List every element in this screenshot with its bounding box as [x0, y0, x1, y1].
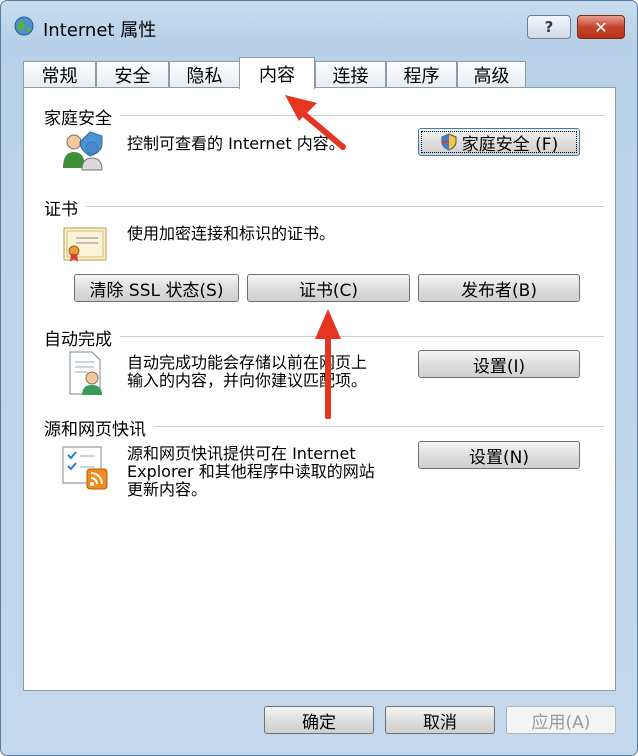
autocomplete-icon	[69, 351, 102, 395]
uac-shield-icon	[441, 133, 457, 151]
family-safety-button[interactable]: 家庭安全 (F)	[418, 128, 580, 156]
tab-general[interactable]: 常规	[23, 61, 96, 88]
tab-privacy[interactable]: 隐私	[169, 61, 240, 88]
certificate-icon	[63, 227, 107, 262]
autocomplete-settings-button[interactable]: 设置(I)	[418, 350, 580, 378]
certificates-button[interactable]: 证书(C)	[247, 274, 410, 302]
internet-options-window: Internet 属性 ? ✕ 常规 安全 隐私 内容 连接 程序 高级 家庭安…	[0, 0, 638, 756]
apply-button[interactable]: 应用(A)	[506, 706, 616, 734]
tab-security[interactable]: 安全	[96, 61, 169, 88]
autocomplete-heading: 自动完成	[44, 325, 120, 350]
family-safety-icon	[63, 131, 103, 171]
feeds-heading: 源和网页快讯	[44, 415, 154, 440]
annotation-arrow-to-content-tab	[285, 95, 346, 150]
internet-globe-icon	[14, 16, 34, 36]
feeds-settings-button[interactable]: 设置(N)	[418, 441, 580, 469]
tab-connections[interactable]: 连接	[315, 61, 386, 88]
title-bar[interactable]: Internet 属性 ? ✕	[1, 1, 637, 53]
feeds-description-line2: Explorer 和其他程序中读取的网站	[127, 462, 375, 481]
window-title: Internet 属性	[43, 20, 157, 41]
close-button[interactable]: ✕	[577, 15, 625, 39]
feeds-description-line1: 源和网页快讯提供可在 Internet	[127, 444, 356, 463]
tab-content[interactable]: 内容	[239, 57, 315, 89]
divider	[44, 206, 604, 207]
tab-programs[interactable]: 程序	[386, 61, 457, 88]
annotation-arrow-to-certificates-button	[315, 309, 341, 419]
clear-ssl-state-button[interactable]: 清除 SSL 状态(S)	[74, 274, 239, 302]
help-button[interactable]: ?	[527, 15, 571, 39]
family-safety-button-label: 家庭安全 (F)	[461, 134, 559, 155]
certificates-heading: 证书	[44, 195, 86, 220]
tab-advanced[interactable]: 高级	[457, 61, 526, 88]
certificates-description: 使用加密连接和标识的证书。	[127, 224, 336, 243]
ok-button[interactable]: 确定	[264, 706, 374, 734]
family-safety-heading: 家庭安全	[44, 104, 120, 129]
publishers-button[interactable]: 发布者(B)	[418, 274, 580, 302]
rss-feed-icon	[62, 446, 108, 490]
feeds-description-line3: 更新内容。	[127, 480, 208, 499]
cancel-button[interactable]: 取消	[385, 706, 495, 734]
